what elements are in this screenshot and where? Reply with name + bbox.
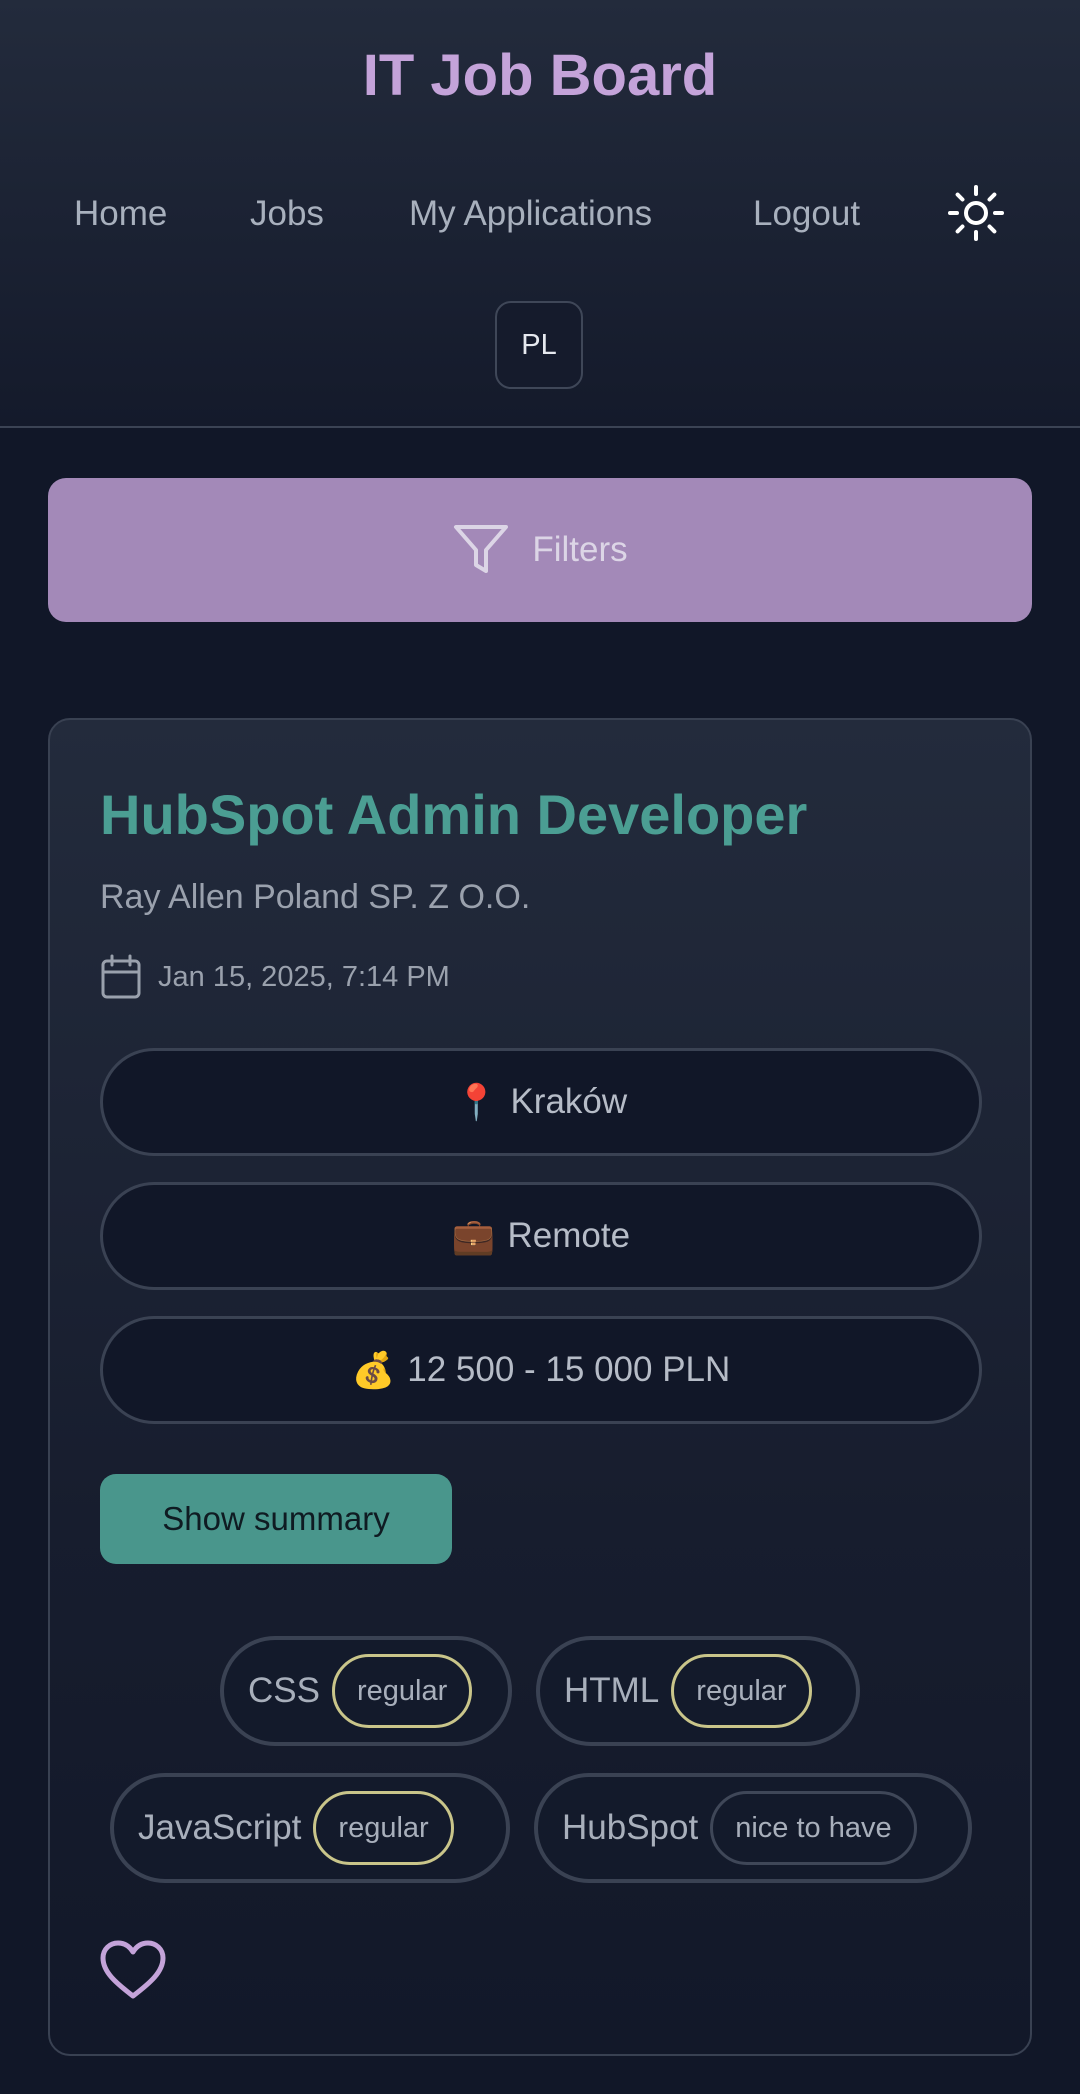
work-mode-text: Remote xyxy=(507,1216,631,1255)
location-pill: 📍 Kraków xyxy=(100,1048,982,1156)
skill-level-badge: regular xyxy=(331,1654,473,1728)
date-text: Jan 15, 2025, 7:14 PM xyxy=(158,960,450,993)
job-card: HubSpot Admin Developer Ray Allen Poland… xyxy=(48,718,1032,2056)
skill-tag: HTML regular xyxy=(536,1636,860,1746)
briefcase-icon: 💼 xyxy=(451,1216,496,1256)
skill-tag: HubSpot nice to have xyxy=(534,1773,972,1883)
money-bag-icon: 💰 xyxy=(351,1350,396,1390)
pin-icon: 📍 xyxy=(454,1082,499,1122)
skill-level-badge: regular xyxy=(313,1791,454,1865)
nav-home[interactable]: Home xyxy=(74,186,167,242)
main-nav: Home Jobs My Applications Logout xyxy=(0,186,1080,242)
skill-name: HubSpot xyxy=(562,1808,699,1847)
skill-tag: CSS regular xyxy=(220,1636,512,1746)
company-name: Ray Allen Poland SP. Z O.O. xyxy=(100,878,531,916)
sun-icon xyxy=(948,185,1004,241)
header: IT Job Board Home Jobs My Applications L… xyxy=(0,0,1080,428)
location-text: Kraków xyxy=(510,1082,628,1121)
nav-my-applications[interactable]: My Applications xyxy=(409,186,652,242)
nav-logout[interactable]: Logout xyxy=(753,186,860,242)
work-mode-pill: 💼 Remote xyxy=(100,1182,982,1290)
language-switch-button[interactable]: PL xyxy=(495,301,583,389)
filters-button[interactable]: Filters xyxy=(48,478,1032,622)
calendar-icon xyxy=(101,954,141,999)
funnel-icon xyxy=(454,525,509,573)
heart-icon xyxy=(100,1940,166,1999)
skill-level-badge: regular xyxy=(671,1654,812,1728)
show-summary-button[interactable]: Show summary xyxy=(100,1474,452,1564)
nav-jobs[interactable]: Jobs xyxy=(250,186,324,242)
salary-pill: 💰 12 500 - 15 000 PLN xyxy=(100,1316,982,1424)
job-title[interactable]: HubSpot Admin Developer xyxy=(100,782,807,847)
app-title: IT Job Board xyxy=(362,43,718,108)
skill-name: CSS xyxy=(248,1671,320,1710)
theme-toggle-button[interactable] xyxy=(947,184,1005,242)
filters-label: Filters xyxy=(532,530,628,569)
skill-tag: JavaScript regular xyxy=(110,1773,510,1883)
skill-name: HTML xyxy=(564,1671,660,1710)
salary-text: 12 500 - 15 000 PLN xyxy=(407,1350,731,1389)
skill-name: JavaScript xyxy=(138,1808,302,1847)
skill-level-badge: nice to have xyxy=(710,1791,917,1865)
favorite-button[interactable] xyxy=(98,1938,168,2002)
posted-date: Jan 15, 2025, 7:14 PM xyxy=(100,954,450,1000)
